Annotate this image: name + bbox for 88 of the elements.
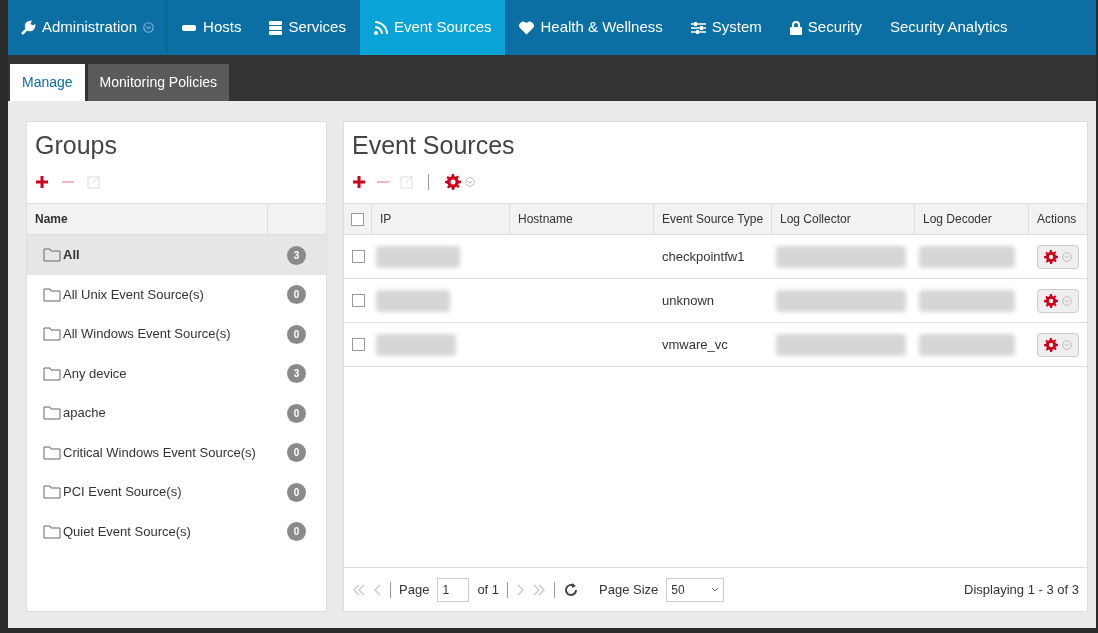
column-header[interactable]: Log Decoder	[915, 204, 1029, 235]
group-name: PCI Event Source(s)	[63, 483, 183, 502]
nav-tab[interactable]: Security Analytics	[875, 0, 1022, 55]
caret-icon	[1062, 339, 1072, 350]
count-badge: 0	[287, 403, 306, 423]
group-item[interactable]: Any device 3	[27, 353, 326, 394]
display-summary: Displaying 1 - 3 of 3	[964, 580, 1079, 599]
nav-tab[interactable]: Hosts	[167, 0, 256, 55]
column-header[interactable]: Event Source Type	[654, 204, 772, 235]
row-checkbox[interactable]	[351, 250, 365, 264]
gear-icon	[445, 174, 461, 191]
settings-button[interactable]	[443, 172, 477, 193]
rss-icon	[373, 20, 388, 35]
page-size-select[interactable]: 50	[666, 577, 725, 602]
sub-tab[interactable]: Monitoring Policies	[87, 64, 230, 101]
page-total: of 1	[477, 580, 500, 599]
nav-tab[interactable]: System	[676, 0, 776, 55]
gear-icon	[1044, 337, 1058, 352]
page-size-label: Page Size	[599, 580, 659, 599]
select-all-checkbox[interactable]	[351, 212, 364, 226]
refresh-icon[interactable]	[563, 581, 580, 598]
group-name: Quiet Event Source(s)	[63, 522, 192, 541]
folder-icon	[43, 445, 61, 460]
database-icon	[269, 20, 283, 35]
count-badge: 0	[287, 324, 306, 344]
folder-icon	[43, 366, 61, 381]
folder-icon	[43, 327, 61, 341]
folder-icon	[43, 248, 61, 262]
group-name: Any device	[63, 364, 128, 383]
lock-icon	[789, 20, 802, 35]
table-cell: vmware_vc	[662, 337, 728, 352]
group-item[interactable]: apache 0	[27, 393, 326, 433]
column-header[interactable]: Actions	[1029, 204, 1087, 235]
actions-button[interactable]	[1037, 332, 1079, 357]
count-badge: 3	[287, 245, 306, 265]
gear-icon	[1044, 293, 1058, 308]
sliders-icon	[690, 21, 706, 34]
group-item[interactable]: PCI Event Source(s) 0	[27, 472, 326, 512]
add-icon[interactable]	[352, 175, 366, 190]
caret-icon	[1062, 295, 1072, 306]
gear-icon	[1044, 249, 1058, 264]
panel-title: Event Sources	[351, 130, 516, 161]
folder-icon	[43, 287, 61, 302]
count-badge: 0	[287, 285, 306, 304]
server-icon	[181, 23, 198, 32]
column-header[interactable]: IP	[372, 204, 510, 235]
group-item[interactable]: All Unix Event Source(s) 0	[27, 274, 326, 315]
actions-button[interactable]	[1037, 288, 1079, 313]
sub-tab[interactable]: Manage	[10, 64, 85, 101]
group-item[interactable]: All 3	[27, 235, 326, 275]
column-header[interactable]: Log Collector	[772, 204, 915, 235]
heart-icon	[519, 20, 535, 35]
table-cell: unknown	[662, 293, 715, 308]
caret-icon	[465, 177, 475, 188]
count-badge: 3	[287, 364, 306, 383]
nav-tab[interactable]: Services	[255, 0, 360, 55]
group-item[interactable]: Critical Windows Event Source(s) 0	[27, 432, 326, 473]
chevron-down-icon	[711, 587, 720, 592]
next-page-icon[interactable]	[516, 582, 525, 597]
panel-title: Groups	[34, 130, 118, 161]
group-item[interactable]: All Windows Event Source(s) 0	[27, 314, 326, 354]
actions-button[interactable]	[1037, 244, 1079, 269]
group-name: apache	[63, 404, 107, 423]
group-name: All	[63, 246, 81, 265]
row-checkbox[interactable]	[351, 294, 365, 308]
column-header[interactable]: Hostname	[510, 204, 654, 235]
nav-tab[interactable]: Health & Wellness	[505, 0, 677, 55]
row-checkbox[interactable]	[351, 338, 365, 352]
page-field[interactable]: 1	[437, 577, 470, 602]
last-page-icon[interactable]	[532, 582, 547, 597]
folder-icon	[43, 524, 61, 539]
wrench-icon	[20, 19, 36, 36]
count-badge: 0	[287, 443, 306, 462]
nav-tab[interactable]: Security	[775, 0, 876, 55]
add-icon[interactable]	[35, 175, 49, 190]
count-badge: 0	[287, 482, 306, 502]
table-cell: checkpointfw1	[662, 249, 745, 264]
previous-page-icon[interactable]	[374, 582, 382, 597]
caret-icon	[1062, 251, 1072, 262]
folder-icon	[43, 485, 61, 499]
count-badge: 0	[287, 522, 306, 541]
group-name: All Windows Event Source(s)	[63, 325, 232, 344]
first-page-icon[interactable]	[352, 582, 366, 597]
folder-icon	[43, 406, 61, 420]
page-label: Page	[399, 580, 430, 599]
group-name: Critical Windows Event Source(s)	[63, 443, 257, 462]
group-name: All Unix Event Source(s)	[63, 285, 205, 304]
group-item[interactable]: Quiet Event Source(s) 0	[27, 511, 326, 552]
